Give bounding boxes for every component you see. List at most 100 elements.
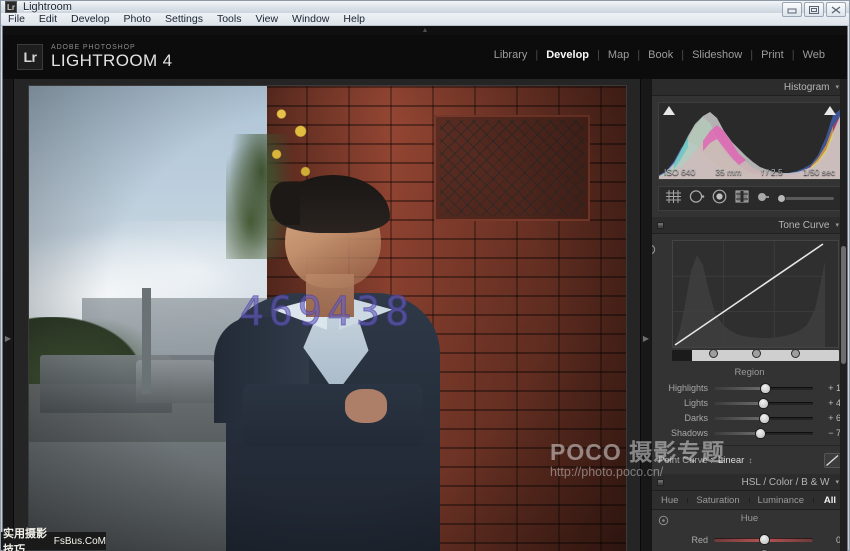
slider-fill (714, 402, 763, 405)
spot-removal-icon[interactable] (689, 189, 705, 209)
module-web[interactable]: Web (795, 49, 833, 61)
hsl-panel-title: HSL / Color / B & W (742, 477, 830, 488)
slider-fill (714, 387, 765, 390)
hsl-panel-header[interactable]: HSL / Color / B & W ▾ (652, 474, 847, 491)
menu-file[interactable]: File (8, 13, 32, 25)
tab-hue[interactable]: Hue (652, 495, 687, 506)
red-label[interactable]: Red (658, 535, 714, 545)
window-controls (782, 2, 846, 17)
tone-curve-panel-body: Region Highlights + 1 Lights (652, 234, 847, 474)
histogram-panel-header[interactable]: Histogram ▾ (652, 79, 847, 96)
image-stage[interactable]: 469438 (14, 79, 640, 551)
curve-handle-shadows[interactable] (709, 349, 718, 358)
menu-edit[interactable]: Edit (39, 13, 64, 25)
tone-curve-panel-header[interactable]: Tone Curve ▾ (652, 217, 847, 234)
adjustment-brush-icon[interactable] (757, 190, 769, 208)
highlights-value[interactable]: + 1 (813, 383, 841, 393)
fsbus-chinese-text: 实用摄影技巧 (3, 525, 51, 551)
histogram-panel-body: ISO 640 35 mm f / 2.5 1/50 sec (652, 96, 847, 217)
curve-handle-highlights[interactable] (791, 349, 800, 358)
fsbus-watermark: 实用摄影技巧 FsBus.CoM (1, 532, 106, 550)
module-picker: Library | Develop | Map | Book | Slidesh… (486, 49, 833, 61)
menu-help[interactable]: Help (343, 13, 372, 25)
tone-curve-svg (673, 241, 825, 347)
red-eye-correction-icon[interactable] (712, 189, 727, 209)
histogram-plot[interactable]: ISO 640 35 mm f / 2.5 1/50 sec (658, 102, 841, 180)
window-titlebar[interactable]: Lr Lightroom (1, 1, 849, 13)
module-print[interactable]: Print (753, 49, 792, 61)
red-value[interactable]: 0 (813, 535, 841, 545)
menu-window[interactable]: Window (292, 13, 336, 25)
crop-overlay-icon[interactable] (665, 189, 682, 209)
tone-curve-graph[interactable] (672, 240, 839, 348)
close-button[interactable] (826, 2, 846, 17)
window-title: Lightroom (23, 1, 72, 13)
slider-knob[interactable] (760, 383, 771, 394)
tab-luminance[interactable]: Luminance (749, 495, 813, 506)
highlights-slider[interactable] (714, 387, 813, 390)
minimize-button[interactable] (782, 2, 802, 17)
top-panel-collapse-toggle[interactable]: ▲ (3, 26, 847, 35)
point-curve-dropdown-icon[interactable]: ↕ (748, 456, 752, 465)
menu-settings[interactable]: Settings (165, 13, 210, 25)
curve-handle-midtones[interactable] (752, 349, 761, 358)
shadows-value[interactable]: − 7 (813, 428, 841, 438)
panel-enable-switch[interactable] (657, 222, 664, 229)
red-hue-slider[interactable] (714, 538, 813, 542)
histogram-panel-title: Histogram (784, 82, 830, 93)
panel-enable-switch[interactable] (657, 479, 664, 486)
hsl-panel-body: Hue Red 0 Orange (652, 510, 847, 551)
menu-photo[interactable]: Photo (124, 13, 158, 25)
module-slideshow[interactable]: Slideshow (684, 49, 750, 61)
module-library[interactable]: Library (486, 49, 536, 61)
lights-slider[interactable] (714, 402, 813, 405)
chevron-up-icon: ▲ (422, 26, 429, 35)
region-section-label: Region (658, 367, 841, 378)
darks-value[interactable]: + 6 (813, 413, 841, 423)
left-panel-collapse-toggle[interactable]: ▶ (3, 79, 14, 551)
module-map[interactable]: Map (600, 49, 637, 61)
right-panel-scrollbar[interactable] (840, 79, 847, 551)
target-adjustment-icon[interactable] (652, 242, 656, 253)
lights-label[interactable]: Lights (658, 398, 714, 408)
highlight-clipping-indicator[interactable] (824, 106, 836, 115)
identity-plate[interactable]: Lr ADOBE PHOTOSHOP LIGHTROOM 4 (17, 44, 173, 70)
hsl-target-adjustment-icon[interactable] (658, 513, 670, 531)
scrollbar-thumb[interactable] (841, 246, 846, 364)
module-develop[interactable]: Develop (538, 49, 597, 61)
point-curve-row: Point Curve : Linear ↕ (658, 453, 841, 468)
point-curve-value[interactable]: Linear (718, 455, 744, 466)
maximize-button[interactable] (804, 2, 824, 17)
darks-label[interactable]: Darks (658, 413, 714, 423)
right-panel-collapse-toggle[interactable]: ▶ (640, 79, 651, 551)
slider-row-shadows: Shadows − 7 (658, 427, 841, 439)
product-line: LIGHTROOM 4 (51, 52, 173, 70)
point-curve-edit-button[interactable] (824, 453, 841, 468)
lightroom-app-body: ▲ Lr ADOBE PHOTOSHOP LIGHTROOM 4 Library… (2, 26, 848, 551)
graduated-filter-icon[interactable] (734, 189, 750, 209)
menu-bar: File Edit Develop Photo Settings Tools V… (1, 13, 849, 26)
highlights-label[interactable]: Highlights (658, 383, 714, 393)
slider-knob[interactable] (755, 428, 766, 439)
darks-slider[interactable] (714, 417, 813, 420)
photo-frame[interactable]: 469438 (29, 86, 626, 551)
menu-view[interactable]: View (255, 13, 285, 25)
shadows-label[interactable]: Shadows (658, 428, 714, 438)
point-curve-label: Point Curve : (658, 455, 713, 466)
shadow-clipping-indicator[interactable] (663, 106, 675, 115)
menu-develop[interactable]: Develop (71, 13, 117, 25)
menu-tools[interactable]: Tools (217, 13, 249, 25)
slider-knob[interactable] (759, 534, 770, 545)
lightroom-logo-icon: Lr (17, 44, 43, 70)
brush-amount-slider[interactable] (779, 197, 834, 200)
module-book[interactable]: Book (640, 49, 681, 61)
exif-aperture: f / 2.5 (761, 167, 782, 177)
image-work-area: 469438 Y Y ▾ ▽ (14, 79, 640, 551)
slider-knob[interactable] (758, 398, 769, 409)
lights-value[interactable]: + 4 (813, 398, 841, 408)
tab-saturation[interactable]: Saturation (687, 495, 748, 506)
slider-knob[interactable] (759, 413, 770, 424)
shadows-slider[interactable] (714, 432, 813, 435)
slider-knob[interactable] (777, 194, 786, 203)
tone-curve-range-handles[interactable] (672, 350, 839, 361)
